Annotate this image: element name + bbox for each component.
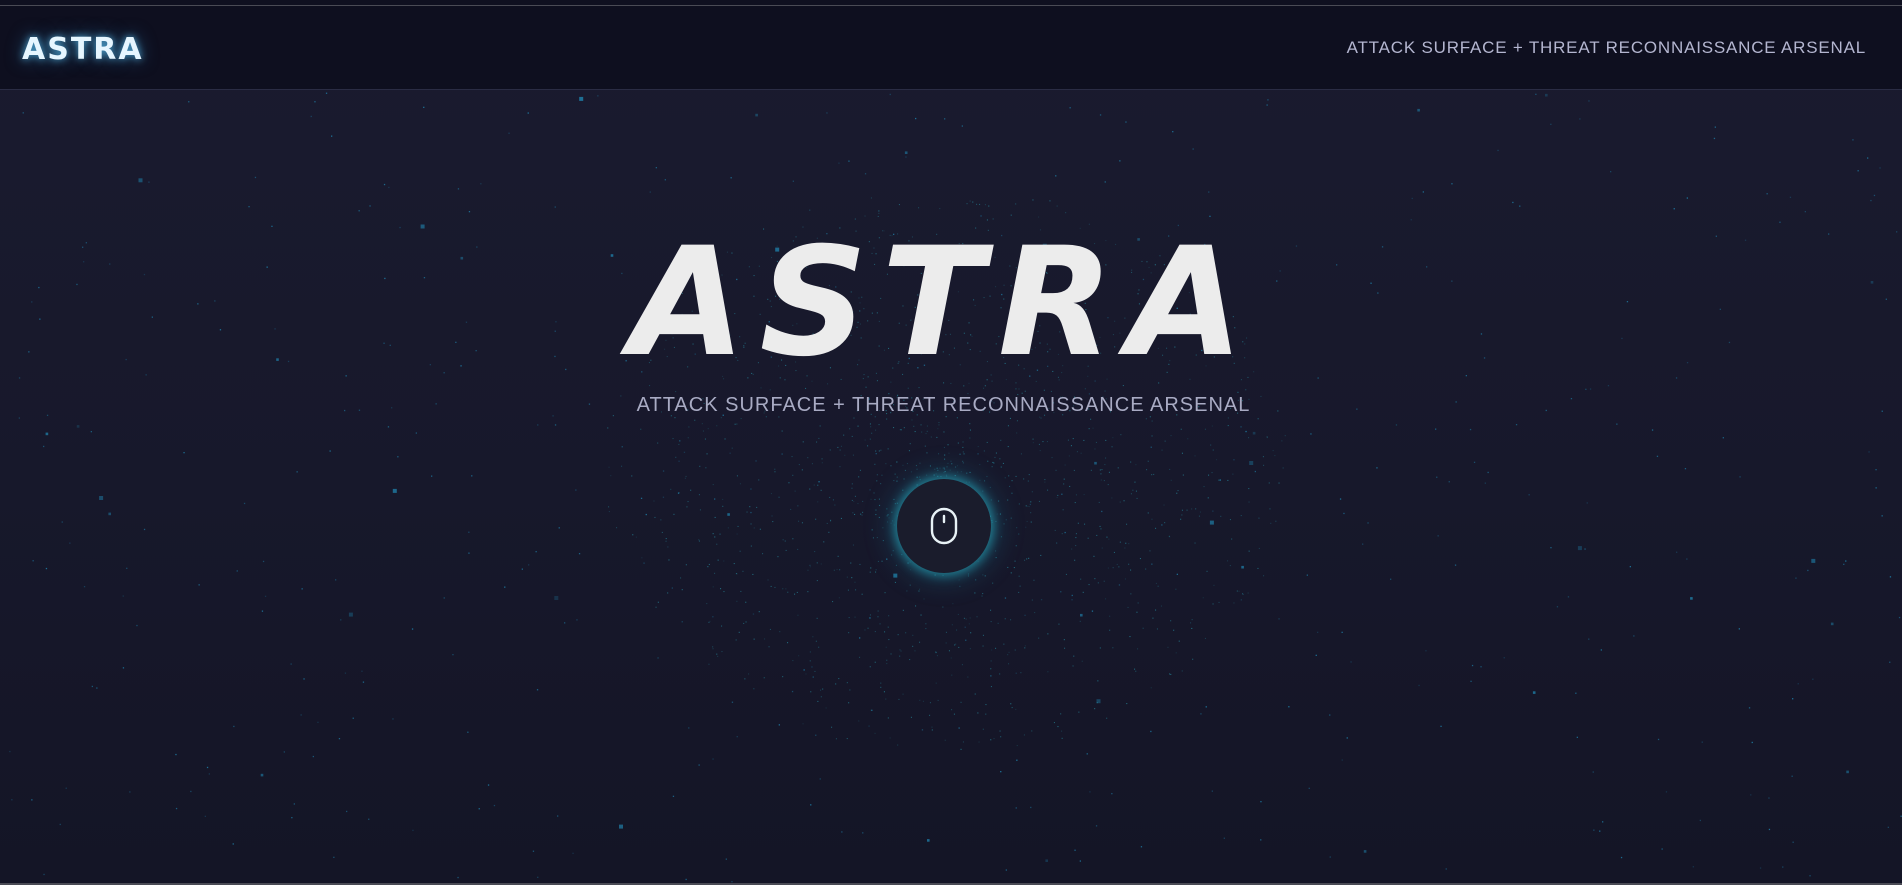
header-tagline: ATTACK SURFACE + THREAT RECONNAISSANCE A…	[1346, 38, 1866, 57]
site-header: ASTRA ATTACK SURFACE + THREAT RECONNAISS…	[0, 6, 1902, 90]
hero-title: ASTRA	[629, 216, 1258, 390]
hero-subtitle: ATTACK SURFACE + THREAT RECONNAISSANCE A…	[636, 394, 1251, 416]
landing-page: ASTRA ATTACK SURFACE + THREAT RECONNAISS…	[0, 0, 1902, 885]
scroll-down-button[interactable]	[897, 479, 991, 573]
particle-background	[9, 92, 1902, 883]
mouse-icon	[930, 507, 958, 545]
brand-logo[interactable]: ASTRA	[22, 32, 144, 67]
